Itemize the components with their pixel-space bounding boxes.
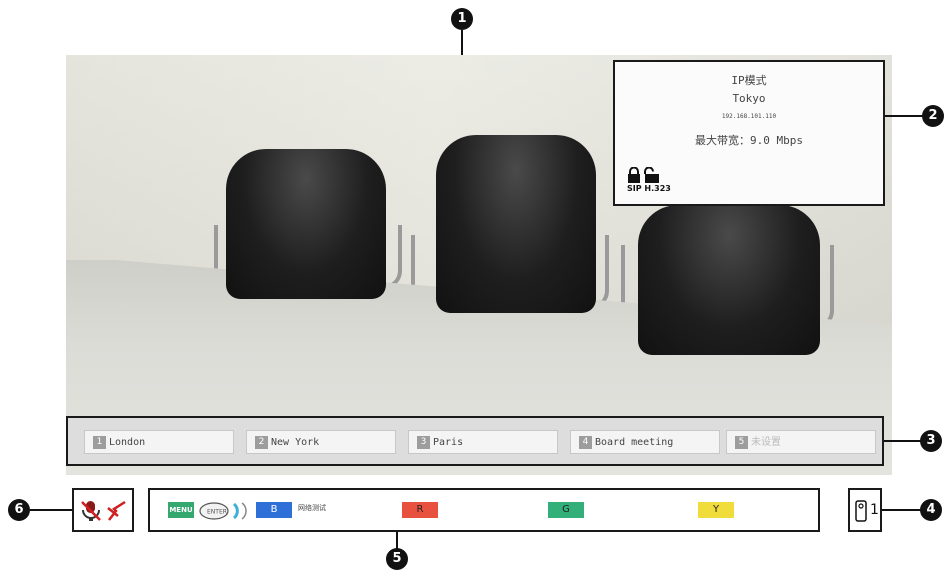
lock-closed-icon <box>628 167 640 183</box>
preset-4[interactable]: 4 Board meeting <box>570 430 720 454</box>
preset-number: 2 <box>255 436 268 449</box>
callout-1: 1 <box>451 8 473 30</box>
site-name: Tokyo <box>732 92 766 105</box>
remote-handset-icon <box>855 500 867 522</box>
green-key[interactable]: G <box>548 502 584 518</box>
chair-right <box>638 205 820 355</box>
lock-icons <box>628 167 659 183</box>
callout-2-line <box>885 115 925 117</box>
network-error-icon <box>107 500 126 521</box>
page-number: 1 <box>870 502 879 518</box>
preset-number: 5 <box>735 436 748 449</box>
preset-number: 4 <box>579 436 592 449</box>
chair-left <box>226 149 386 299</box>
preset-2[interactable]: 2 New York <box>246 430 396 454</box>
max-bandwidth: 最大带宽：9.0 Mbps <box>695 134 803 147</box>
preset-5[interactable]: 5 未设置 <box>726 430 876 454</box>
preset-number: 3 <box>417 436 430 449</box>
blue-key[interactable]: B <box>256 502 292 518</box>
preset-label: 未设置 <box>751 437 781 448</box>
remote-key-guide: MENU ENTER B 网络测试 R G Y <box>148 488 820 532</box>
callout-6-line <box>30 509 72 511</box>
preset-3[interactable]: 3 Paris <box>408 430 558 454</box>
yellow-key[interactable]: Y <box>698 502 734 518</box>
preset-label: New York <box>271 437 320 448</box>
callout-3-line <box>884 440 922 442</box>
preset-1[interactable]: 1 London <box>84 430 234 454</box>
preset-number: 1 <box>93 436 106 449</box>
connection-info-panel: IP模式 Tokyo 192.168.101.110 最大带宽：9.0 Mbps… <box>613 60 885 206</box>
lock-open-icon <box>644 167 659 183</box>
mic-muted-icon <box>81 501 101 521</box>
callout-5: 5 <box>386 548 408 570</box>
ip-address: 192.168.101.110 <box>721 113 777 120</box>
red-key[interactable]: R <box>402 502 438 518</box>
preset-label: Paris <box>433 437 464 448</box>
preset-label: London <box>109 437 146 448</box>
protocol-label: SIP H.323 <box>627 184 671 193</box>
callout-4-line <box>882 509 922 511</box>
menu-key[interactable]: MENU <box>168 502 194 518</box>
callout-3: 3 <box>920 430 942 452</box>
svg-text:ENTER: ENTER <box>207 509 227 516</box>
remote-control-icon: ENTER <box>199 502 247 520</box>
callout-6: 6 <box>8 499 30 521</box>
callout-4: 4 <box>920 499 942 521</box>
preset-label: Board meeting <box>595 437 674 448</box>
status-icons <box>72 488 134 532</box>
blue-key-label: 网络测试 <box>298 504 326 512</box>
chair-middle <box>436 135 596 313</box>
page-indicator: 1 <box>848 488 882 532</box>
preset-bar: 1 London 2 New York 3 Paris 4 Board meet… <box>66 416 884 466</box>
callout-2: 2 <box>922 105 944 127</box>
connection-mode: IP模式 <box>731 74 767 87</box>
